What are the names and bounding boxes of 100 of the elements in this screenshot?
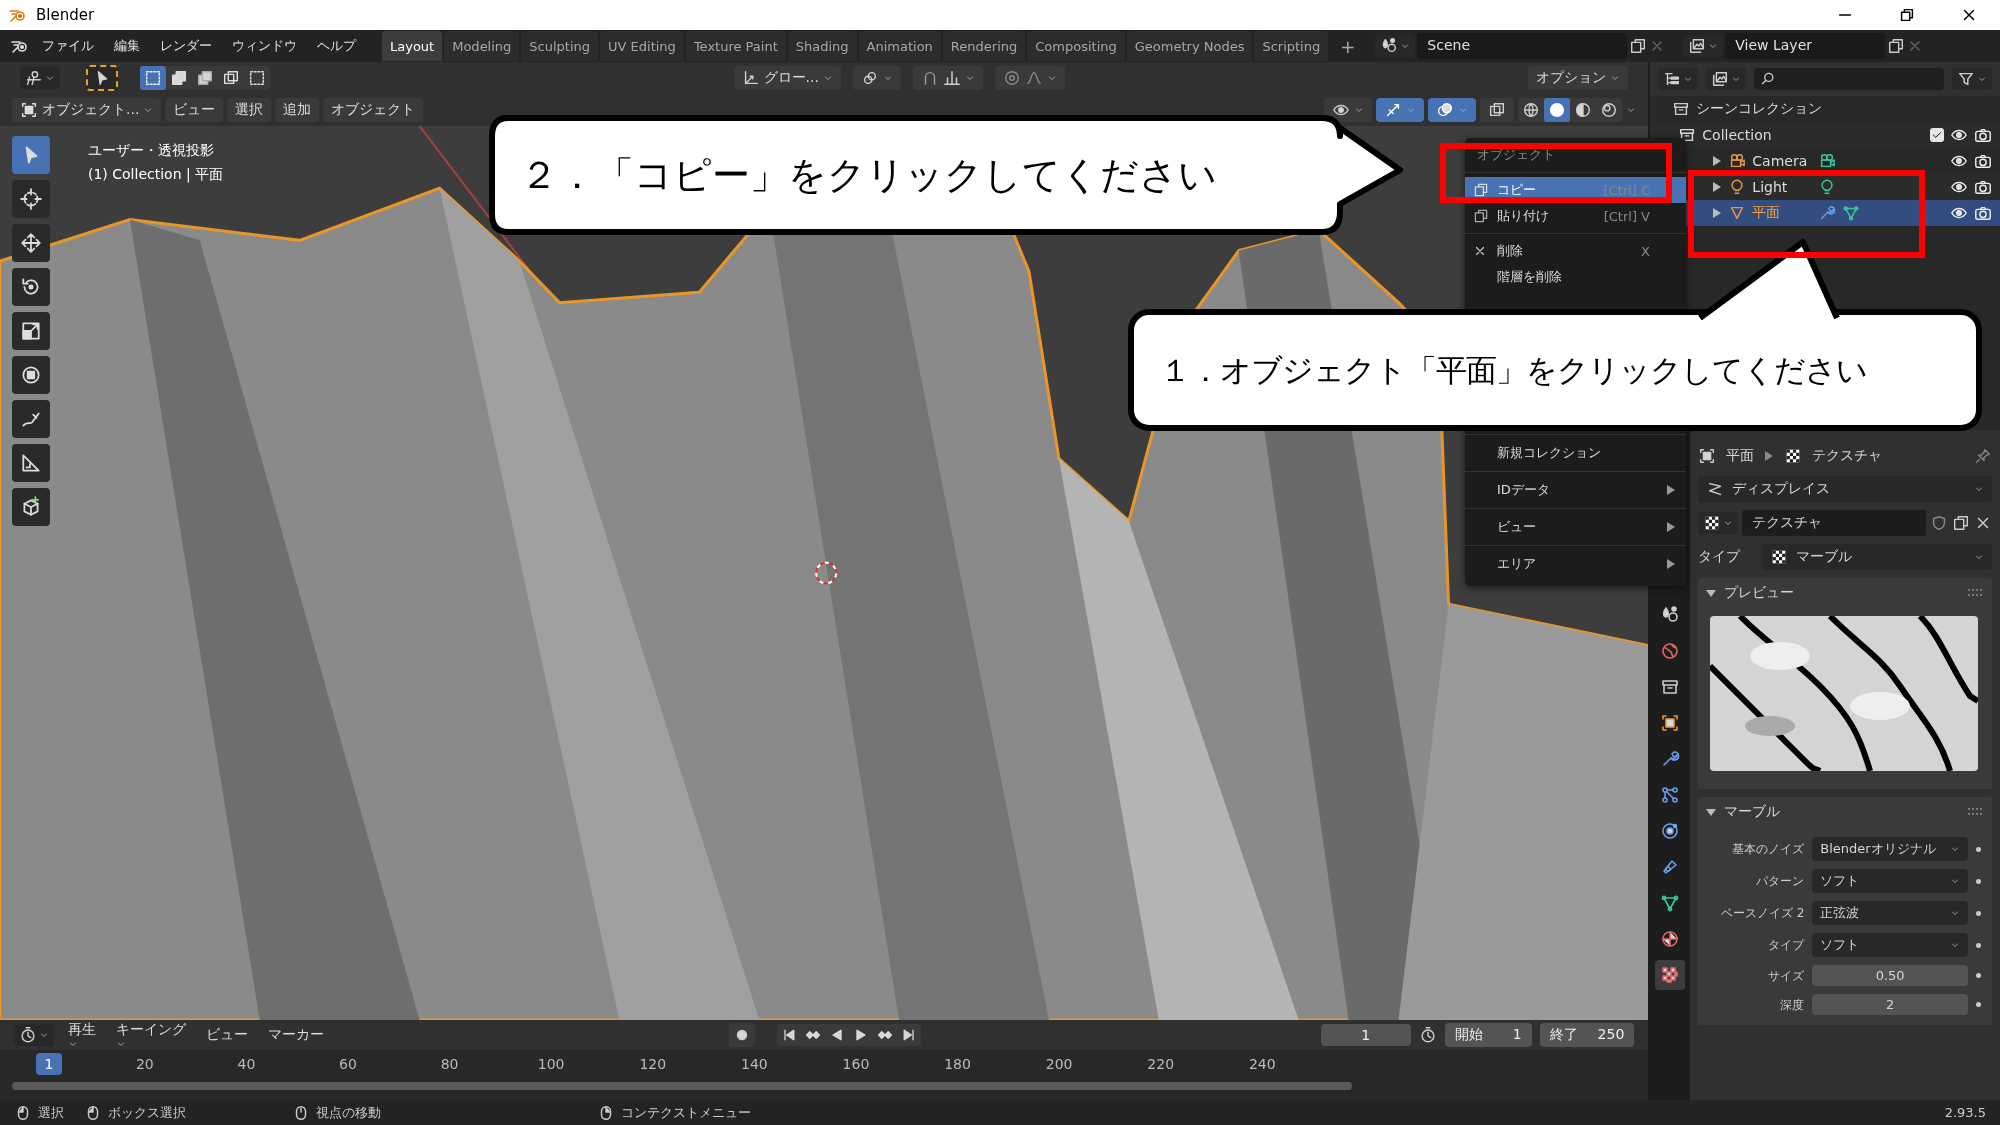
timeline-menu[interactable]: ビュー [200,1024,254,1046]
type-dropdown[interactable]: マーブル [1762,544,1992,570]
restore-icon[interactable] [1898,6,1916,24]
collapse-arrow-icon[interactable] [1706,588,1717,598]
tool-button[interactable] [12,444,50,482]
keyframe-dot-icon[interactable] [1976,910,1981,916]
collapse-arrow-icon[interactable] [1706,807,1717,817]
number-field[interactable]: 2 [1812,994,1968,1015]
drag-handle-icon[interactable] [1968,808,1984,816]
header-menu[interactable]: オブジェクト [323,98,424,122]
number-field[interactable]: 0.50 [1812,965,1968,986]
start-frame-field[interactable]: 開始 1 [1444,1023,1532,1047]
gizmo-toggle[interactable] [1376,98,1425,122]
dropdown[interactable]: ソフト [1812,933,1968,957]
modifier-dropdown[interactable]: ディスプレイス [1698,476,1992,502]
view-layer-field[interactable]: View Layer [1725,33,1886,59]
scene-field[interactable]: Scene [1417,33,1628,59]
panel-title[interactable]: マーブル [1724,803,1781,821]
end-frame-field[interactable]: 終了 250 [1539,1023,1635,1047]
expand-arrow-icon[interactable] [1712,208,1723,218]
workspace-tab[interactable]: Scripting [1254,31,1329,61]
menu-item[interactable]: レンダー [152,33,220,59]
timeline-menu[interactable]: キーイング [110,1019,192,1051]
mode-dropdown[interactable]: オブジェクト... [12,98,162,122]
rendered-icon[interactable] [1600,101,1619,119]
menu-item[interactable]: ウィンドウ [224,33,305,59]
workspace-tab[interactable]: Sculpting [521,31,599,61]
checkbox[interactable] [1930,128,1944,142]
workspace-tab[interactable]: UV Editing [600,31,684,61]
menu-item[interactable]: ファイル [34,33,102,59]
menu-item[interactable]: ビュー [1465,513,1686,541]
workspace-tab[interactable]: Shading [787,31,857,61]
subtract-mode-icon[interactable] [196,69,214,87]
orientation-dropdown[interactable]: グロー... [733,66,841,90]
workspace-tab[interactable]: Layout [382,31,443,61]
shield-icon[interactable] [1930,514,1948,532]
submenu-arrow-icon[interactable] [1666,485,1676,495]
tool-button[interactable] [12,268,50,306]
pin-icon[interactable] [1974,447,1992,465]
add-workspace-button[interactable]: + [1332,35,1364,57]
expand-arrow-icon[interactable] [1712,156,1723,166]
header-menu[interactable]: 追加 [275,98,320,122]
keyframe-dot-icon[interactable] [1976,846,1981,852]
menu-item[interactable]: エリア [1465,550,1686,578]
tool-button[interactable] [12,488,50,526]
timeline-menu[interactable]: 再生 [62,1019,102,1051]
extend-mode-icon[interactable] [170,69,188,87]
overlay-toggle[interactable] [1428,98,1477,122]
workspace-tab[interactable]: Texture Paint [685,31,786,61]
tool-button[interactable] [12,356,50,394]
panel-title[interactable]: プレビュー [1724,584,1795,602]
keyframe-dot-icon[interactable] [1976,973,1981,978]
texture-name-field[interactable]: テクスチャ [1742,510,1926,536]
camera-icon[interactable] [1974,204,1992,222]
pivot-dropdown[interactable] [20,67,60,89]
keyframe-dot-icon[interactable] [1976,878,1981,884]
xray-toggle[interactable] [1480,98,1515,122]
camera-icon[interactable] [1974,126,1992,144]
expand-arrow-icon[interactable] [1712,182,1723,192]
current-frame-field[interactable]: 1 [1320,1024,1411,1046]
stopwatch-icon[interactable] [1418,1026,1437,1044]
tool-button[interactable] [12,180,50,218]
workspace-tab[interactable]: Animation [858,31,941,61]
solid-icon[interactable] [1548,101,1567,119]
submenu-arrow-icon[interactable] [1666,522,1676,532]
material-preview-icon[interactable] [1574,101,1593,119]
submenu-arrow-icon[interactable] [1666,559,1676,569]
outliner-item[interactable]: 平面 [1752,204,1813,222]
outliner-item[interactable]: Camera [1752,153,1813,169]
tool-button[interactable] [12,400,50,438]
search-field[interactable] [1754,68,1944,90]
invert-mode-icon[interactable] [222,69,240,87]
workspace-tab[interactable]: Geometry Nodes [1126,31,1253,61]
snap-dropdown[interactable] [912,66,983,90]
intersect-mode-icon[interactable] [248,69,266,87]
workspace-tab[interactable]: Compositing [1027,31,1125,61]
drag-handle-icon[interactable] [1968,589,1984,597]
menu-item[interactable]: 編集 [106,33,148,59]
visibility-dropdown[interactable] [1324,98,1373,122]
copy-icon[interactable] [1629,37,1648,55]
editor-type-dropdown[interactable] [14,1024,54,1046]
filter-view-dropdown[interactable] [1706,68,1747,90]
dropdown[interactable]: ソフト [1812,869,1968,893]
tool-button[interactable] [12,312,50,350]
filter-dropdown[interactable] [1952,68,1992,90]
workspace-tab[interactable]: Modeling [444,31,520,61]
menu-item[interactable]: 新規コレクション [1465,439,1686,467]
display-mode-dropdown[interactable] [1658,68,1699,90]
properties-tab[interactable] [1655,960,1686,990]
header-menu[interactable]: 選択 [227,98,272,122]
texture-browse-dropdown[interactable] [1698,512,1739,534]
copy-icon[interactable] [1887,37,1906,55]
wireframe-icon[interactable] [1522,101,1541,119]
playhead[interactable]: 1 [36,1053,62,1075]
copy-icon[interactable] [1952,514,1970,532]
dropdown[interactable]: 正弦波 [1812,901,1968,925]
outliner-item[interactable]: Collection [1702,127,1772,143]
select-mode-icon[interactable] [144,69,162,87]
proportional-dropdown[interactable] [994,66,1065,90]
tool-select-button[interactable] [86,65,118,91]
